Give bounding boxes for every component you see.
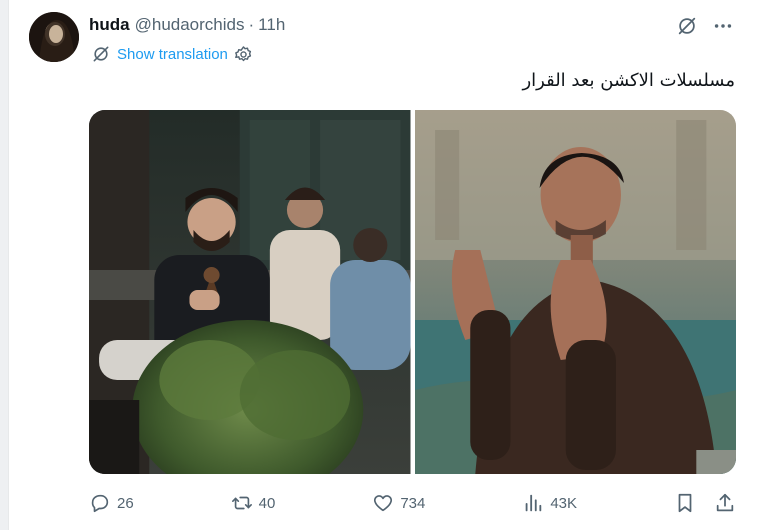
media-grid bbox=[89, 110, 736, 474]
tweet-header: huda @hudaorchids · 11h bbox=[89, 14, 285, 36]
display-name[interactable]: huda bbox=[89, 15, 130, 35]
translate-icon bbox=[93, 46, 109, 62]
share-icon bbox=[716, 493, 734, 512]
photo-right[interactable] bbox=[414, 110, 736, 474]
photo-left[interactable] bbox=[89, 110, 411, 474]
like-count: 734 bbox=[400, 494, 426, 512]
share-button[interactable] bbox=[714, 492, 736, 514]
action-bar: 26 40 734 43K bbox=[89, 489, 736, 517]
gear-icon[interactable] bbox=[234, 45, 253, 64]
views-button[interactable]: 43K bbox=[522, 492, 577, 514]
grok-icon[interactable] bbox=[675, 14, 699, 38]
heart-icon bbox=[374, 495, 393, 512]
tweet-text: مسلسلات الاكشن بعد القرار bbox=[522, 70, 735, 91]
timestamp[interactable]: 11h bbox=[258, 15, 285, 35]
translation-row: Show translation bbox=[91, 44, 253, 64]
reply-icon bbox=[91, 494, 109, 513]
reply-count: 26 bbox=[117, 494, 134, 512]
repost-icon bbox=[231, 496, 252, 510]
tweet-card[interactable]: huda @hudaorchids · 11h Show translation bbox=[8, 0, 757, 530]
views-icon bbox=[525, 494, 542, 512]
avatar[interactable] bbox=[29, 12, 79, 62]
separator: · bbox=[248, 15, 255, 34]
more-icon[interactable] bbox=[711, 14, 735, 38]
repost-button[interactable]: 40 bbox=[231, 492, 276, 514]
show-translation-link[interactable]: Show translation bbox=[117, 46, 228, 63]
repost-count: 40 bbox=[258, 494, 276, 512]
views-count: 43K bbox=[550, 494, 578, 512]
user-handle[interactable]: @hudaorchids bbox=[135, 15, 245, 35]
like-button[interactable]: 734 bbox=[372, 492, 425, 514]
bookmark-icon bbox=[678, 493, 692, 513]
reply-button[interactable]: 26 bbox=[89, 492, 134, 514]
bookmark-button[interactable] bbox=[674, 492, 696, 514]
header-icons bbox=[675, 14, 735, 38]
right-actions bbox=[674, 492, 736, 514]
